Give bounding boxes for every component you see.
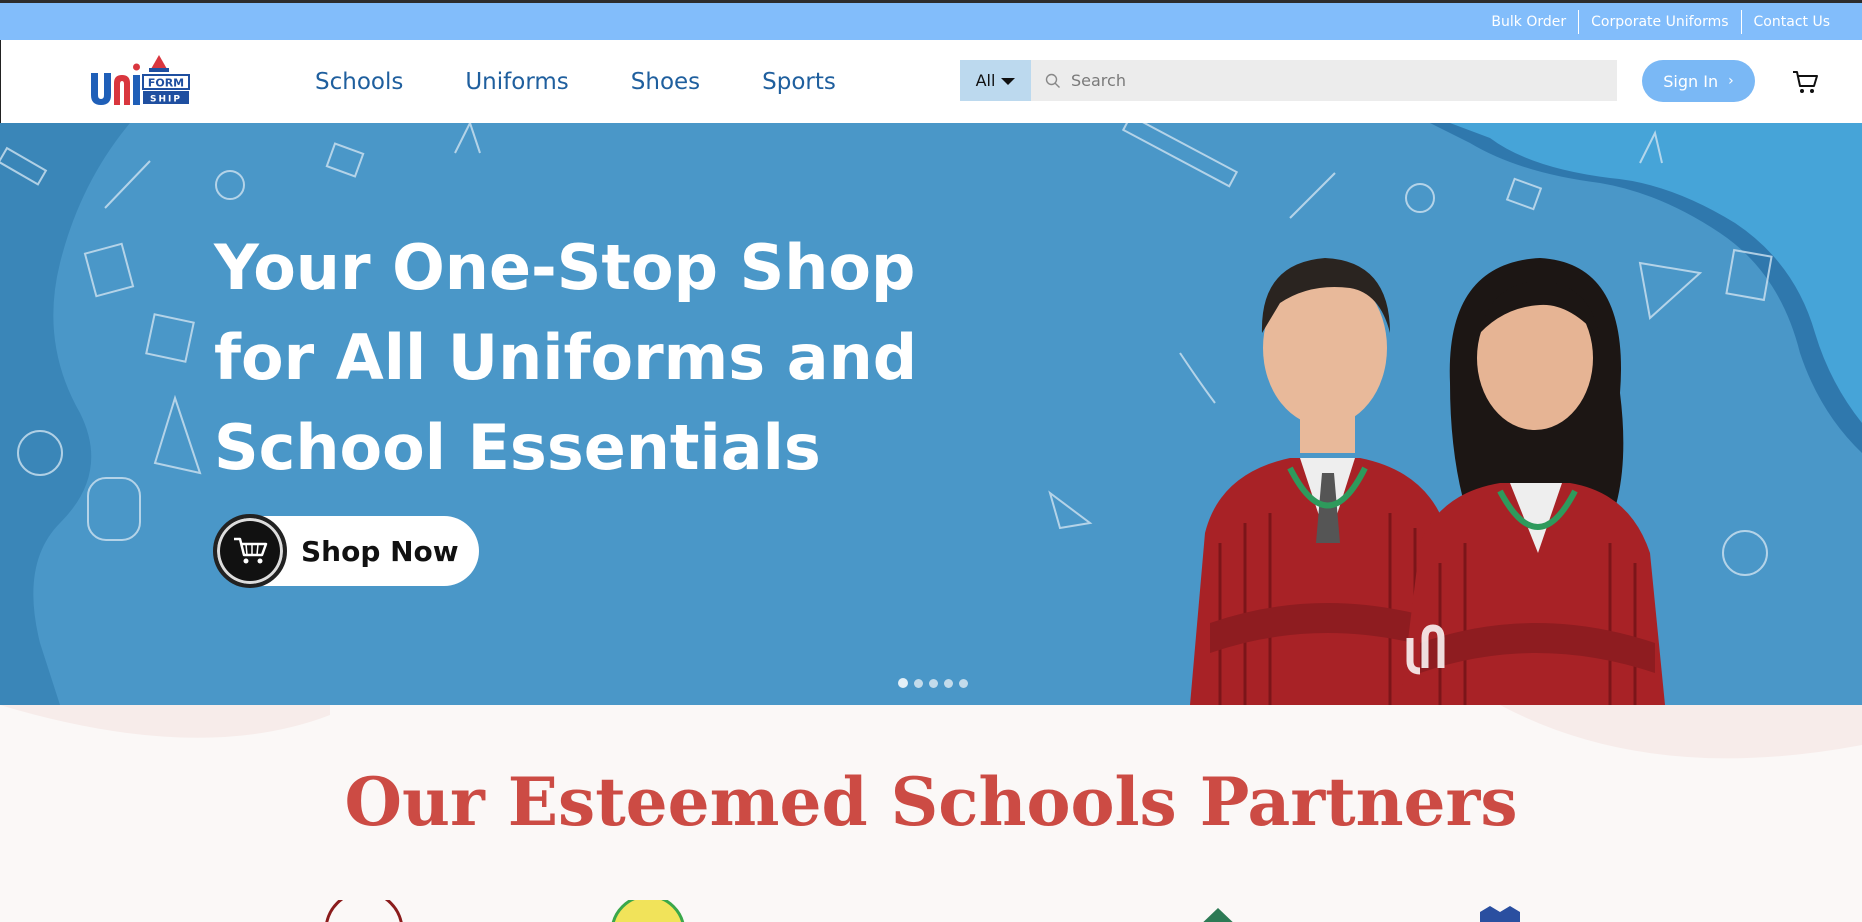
chevron-down-icon xyxy=(1001,78,1016,85)
svg-text:SHIP: SHIP xyxy=(150,95,182,105)
partner-logo-4 xyxy=(1480,906,1520,922)
utility-links: Bulk Order Corporate Uniforms Contact Us xyxy=(1479,3,1842,40)
hero-headline: Your One-Stop Shop for All Uniforms and … xyxy=(214,223,974,493)
students-photo xyxy=(1190,258,1665,705)
sign-in-label: Sign In xyxy=(1663,71,1719,91)
uniform-ship-logo-icon: FORM SHIP xyxy=(91,55,190,105)
cart-icon[interactable] xyxy=(1791,68,1819,96)
carousel-dot-4[interactable] xyxy=(944,679,953,688)
svg-text:FORM: FORM xyxy=(148,77,184,90)
search-bar: All xyxy=(960,60,1671,101)
carousel-dot-2[interactable] xyxy=(914,679,923,688)
search-icon xyxy=(1045,73,1060,88)
nav-shoes[interactable]: Shoes xyxy=(631,69,700,95)
carousel-dot-3[interactable] xyxy=(929,679,938,688)
school-partners-section: Our Esteemed Schools Partners xyxy=(0,705,1862,922)
shop-now-label: Shop Now xyxy=(301,534,459,568)
partner-logo-2 xyxy=(611,900,685,922)
cart-icon xyxy=(234,537,268,564)
carousel-dot-1[interactable] xyxy=(898,678,908,688)
site-logo[interactable]: FORM SHIP xyxy=(89,53,191,109)
search-category-label: All xyxy=(975,71,996,90)
search-input[interactable] xyxy=(1071,60,1671,101)
sign-in-button[interactable]: Sign In › xyxy=(1642,60,1755,102)
top-utility-bar: Bulk Order Corporate Uniforms Contact Us xyxy=(0,0,1862,40)
search-field-wrapper xyxy=(1031,60,1671,101)
partners-title: Our Esteemed Schools Partners xyxy=(344,763,1518,841)
nav-sports[interactable]: Sports xyxy=(762,69,836,95)
partner-logo-3 xyxy=(1203,908,1233,922)
bulk-order-link[interactable]: Bulk Order xyxy=(1479,10,1578,34)
nav-uniforms[interactable]: Uniforms xyxy=(465,69,568,95)
hero-headline-line-2: for All Uniforms and xyxy=(214,321,918,394)
search-category-dropdown[interactable]: All xyxy=(960,60,1031,101)
main-header: FORM SHIP Schools Uniforms Shoes Sports … xyxy=(0,40,1862,123)
nav-schools[interactable]: Schools xyxy=(315,69,403,95)
hero-headline-line-1: Your One-Stop Shop xyxy=(214,231,916,304)
hero-headline-line-3: School Essentials xyxy=(214,411,821,484)
shop-now-cart-circle xyxy=(213,514,287,588)
hero-banner: Your One-Stop Shop for All Uniforms and … xyxy=(0,123,1862,705)
main-nav: Schools Uniforms Shoes Sports xyxy=(315,40,836,123)
contact-us-link[interactable]: Contact Us xyxy=(1740,9,1842,34)
chevron-right-icon: › xyxy=(1728,73,1734,89)
corporate-uniforms-link[interactable]: Corporate Uniforms xyxy=(1578,9,1740,34)
partner-logo-1 xyxy=(325,900,403,922)
shop-now-button[interactable]: Shop Now xyxy=(213,514,479,588)
carousel-dot-5[interactable] xyxy=(959,679,968,688)
carousel-dots xyxy=(898,678,968,688)
partner-logos-row xyxy=(325,900,1520,922)
